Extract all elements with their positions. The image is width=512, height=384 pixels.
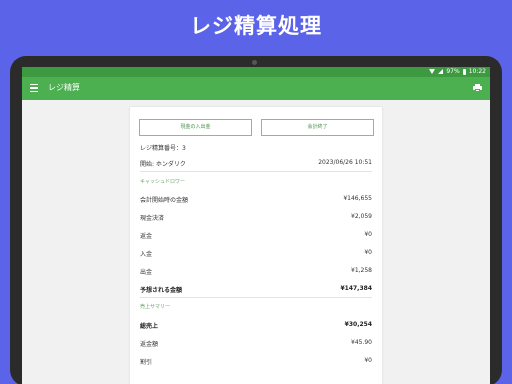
battery-icon [462, 68, 466, 75]
status-indicators: 97% 10:22 [429, 68, 486, 75]
sales-row-value: ¥0 [364, 357, 372, 364]
clock: 10:22 [468, 68, 486, 75]
sales-row-label: 総売上 [140, 323, 159, 330]
sales-row: 割引 ¥0 [140, 357, 372, 366]
cash-row-value: ¥2,059 [351, 213, 372, 220]
app-bar: レジ精算 [22, 77, 490, 100]
register-summary-card: 現金の入出金 会計終了 レジ精算番号：3 開始: ホンダリク 2023/06/2… [130, 107, 382, 384]
camera-dot [252, 60, 257, 65]
cash-row-label: 返金 [140, 233, 153, 240]
cash-row: 会計開始時の金額 ¥146,655 [140, 195, 372, 204]
status-bar: 97% 10:22 [22, 67, 490, 77]
wifi-icon [429, 69, 436, 74]
register-number-label: レジ精算番号：3 [140, 145, 186, 152]
cash-row: 出金 ¥1,258 [140, 267, 372, 276]
cash-row-value: ¥146,655 [343, 195, 372, 202]
cash-row: 入金 ¥0 [140, 249, 372, 258]
sales-row: 総売上 ¥30,254 [140, 321, 372, 330]
divider [140, 297, 372, 298]
expected-amount-row: 予想される金額 ¥147,384 [140, 285, 372, 294]
cash-row-label: 出金 [140, 269, 153, 276]
cash-row-value: ¥1,258 [351, 267, 372, 274]
hamburger-menu-icon[interactable] [30, 84, 38, 92]
start-value: 2023/06/26 10:51 [318, 159, 372, 166]
sales-row: 返金額 ¥45.90 [140, 339, 372, 348]
sales-summary-section-title: 売上サマリー [140, 304, 171, 310]
print-icon[interactable] [473, 84, 482, 92]
battery-text: 97% [446, 68, 460, 75]
cash-in-out-button[interactable]: 現金の入出金 [139, 119, 252, 136]
app-bar-title: レジ精算 [48, 83, 80, 92]
expected-amount-label: 予想される金額 [140, 287, 183, 294]
cash-row-label: 会計開始時の金額 [140, 197, 189, 204]
app-screen: 97% 10:22 レジ精算 現金の入出金 会計終了 レジ精算番号：3 開始: … [22, 67, 490, 384]
sales-row-label: 割引 [140, 359, 153, 366]
start-row: 開始: ホンダリク 2023/06/26 10:51 [140, 159, 372, 168]
promo-headline: レジ精算処理 [190, 14, 322, 38]
signal-icon [438, 69, 444, 74]
cash-row: 返金 ¥0 [140, 231, 372, 240]
finish-checkout-button[interactable]: 会計終了 [261, 119, 374, 136]
start-label: 開始: ホンダリク [140, 161, 186, 168]
cash-row-label: 現金決済 [140, 215, 165, 222]
register-number: レジ精算番号：3 [140, 143, 372, 152]
expected-amount-value: ¥147,384 [340, 285, 372, 292]
cash-row: 現金決済 ¥2,059 [140, 213, 372, 222]
cash-row-label: 入金 [140, 251, 153, 258]
sales-row-value: ¥30,254 [344, 321, 372, 328]
cash-row-value: ¥0 [364, 249, 372, 256]
cash-drawer-section-title: キャッシュドロワー [140, 179, 186, 185]
sales-row-label: 返金額 [140, 341, 159, 348]
cash-row-value: ¥0 [364, 231, 372, 238]
sales-row-value: ¥45.90 [351, 339, 372, 346]
divider [140, 171, 372, 172]
